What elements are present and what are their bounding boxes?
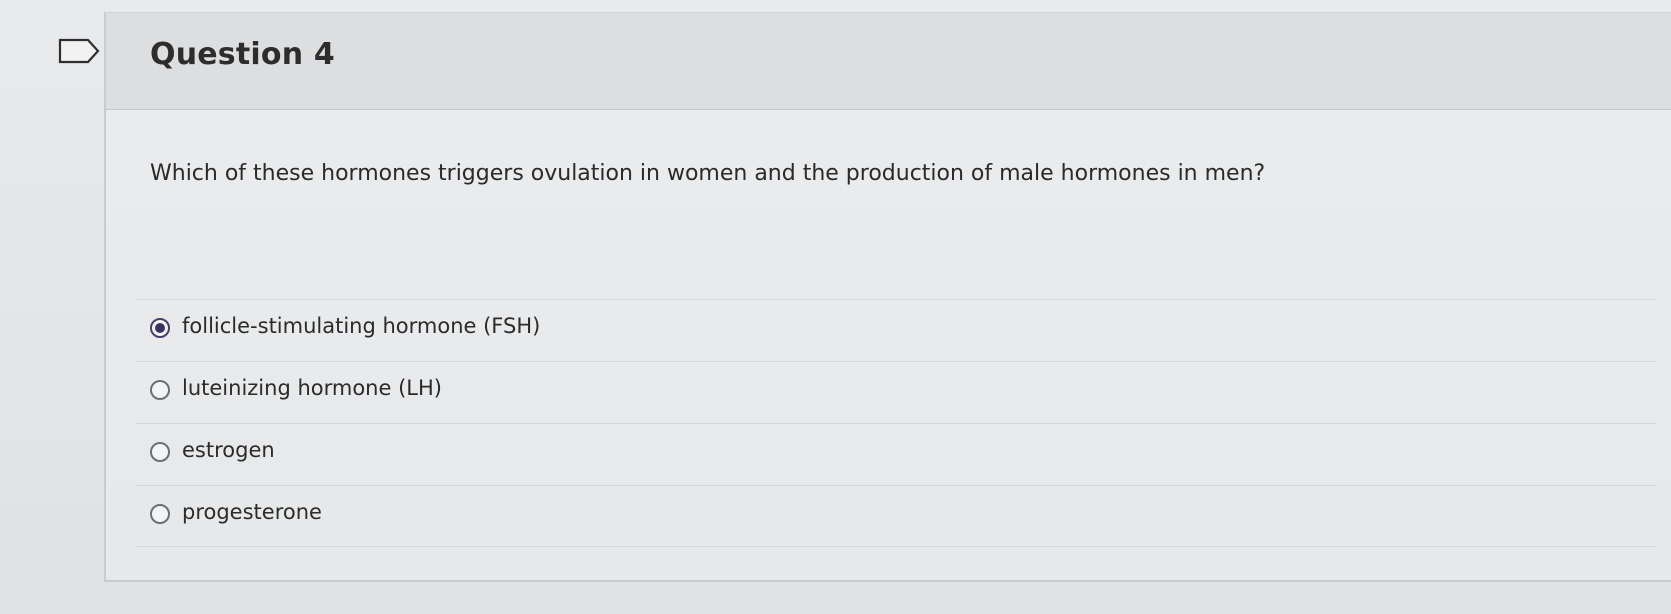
answer-label: luteinizing hormone (LH) <box>182 376 442 400</box>
answer-option-fsh[interactable]: follicle-stimulating hormone (FSH) <box>136 299 1656 361</box>
answer-label: estrogen <box>182 438 275 462</box>
answer-option-progesterone[interactable]: progesterone <box>136 485 1656 547</box>
radio-button[interactable] <box>150 504 170 524</box>
answer-option-lh[interactable]: luteinizing hormone (LH) <box>136 361 1656 423</box>
radio-button-selected[interactable] <box>150 318 170 338</box>
answer-option-estrogen[interactable]: estrogen <box>136 423 1656 485</box>
answer-label: follicle-stimulating hormone (FSH) <box>182 314 541 338</box>
question-title: Question 4 <box>150 37 335 72</box>
radio-button[interactable] <box>150 442 170 462</box>
question-header: Question 4 <box>106 13 1671 110</box>
radio-button[interactable] <box>150 380 170 400</box>
answer-label: progesterone <box>182 500 322 524</box>
answer-options: follicle-stimulating hormone (FSH) lutei… <box>136 299 1656 547</box>
flag-question-icon[interactable] <box>58 38 100 64</box>
question-text: Which of these hormones triggers ovulati… <box>150 161 1266 186</box>
question-card: Question 4 Which of these hormones trigg… <box>104 12 1671 582</box>
